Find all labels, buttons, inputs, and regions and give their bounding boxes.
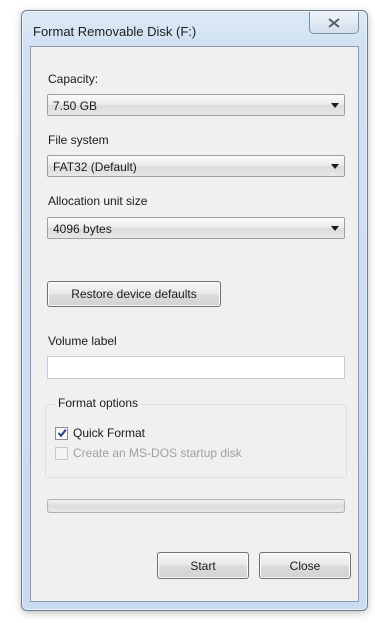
file-system-value: FAT32 (Default) <box>53 160 137 174</box>
close-icon <box>328 17 340 28</box>
msdos-startup-label: Create an MS-DOS startup disk <box>73 446 242 460</box>
window-title: Format Removable Disk (F:) <box>33 24 197 39</box>
format-progress-bar <box>47 499 345 513</box>
format-options-title: Format options <box>55 396 142 410</box>
quick-format-checkbox[interactable] <box>55 426 68 440</box>
msdos-startup-checkbox <box>55 446 68 460</box>
chevron-down-icon <box>331 226 339 231</box>
volume-label-input[interactable] <box>47 356 345 379</box>
chevron-down-icon <box>331 164 339 169</box>
file-system-select[interactable]: FAT32 (Default) <box>47 155 345 177</box>
allocation-unit-select[interactable]: 4096 bytes <box>47 217 345 239</box>
restore-defaults-button[interactable]: Restore device defaults <box>47 281 221 307</box>
allocation-unit-value: 4096 bytes <box>53 222 112 236</box>
msdos-startup-option: Create an MS-DOS startup disk <box>55 445 242 461</box>
start-button[interactable]: Start <box>157 552 249 579</box>
chevron-down-icon <box>331 103 339 108</box>
volume-label-label: Volume label <box>48 334 117 348</box>
window-close-button[interactable] <box>309 12 359 34</box>
quick-format-label: Quick Format <box>73 426 146 440</box>
format-dialog: Format Removable Disk (F:) Capacity: 7.5… <box>21 10 368 611</box>
capacity-label: Capacity: <box>48 72 99 86</box>
capacity-value: 7.50 GB <box>53 99 98 113</box>
allocation-unit-label: Allocation unit size <box>48 194 148 208</box>
capacity-select[interactable]: 7.50 GB <box>47 94 345 116</box>
title-bar[interactable]: Format Removable Disk (F:) <box>22 11 367 45</box>
quick-format-option[interactable]: Quick Format <box>55 425 145 441</box>
format-options-group <box>45 404 347 478</box>
dialog-body: Capacity: 7.50 GB File system FAT32 (Def… <box>30 46 359 602</box>
file-system-label: File system <box>48 133 109 147</box>
close-button[interactable]: Close <box>259 552 351 579</box>
checkmark-icon <box>57 429 67 438</box>
